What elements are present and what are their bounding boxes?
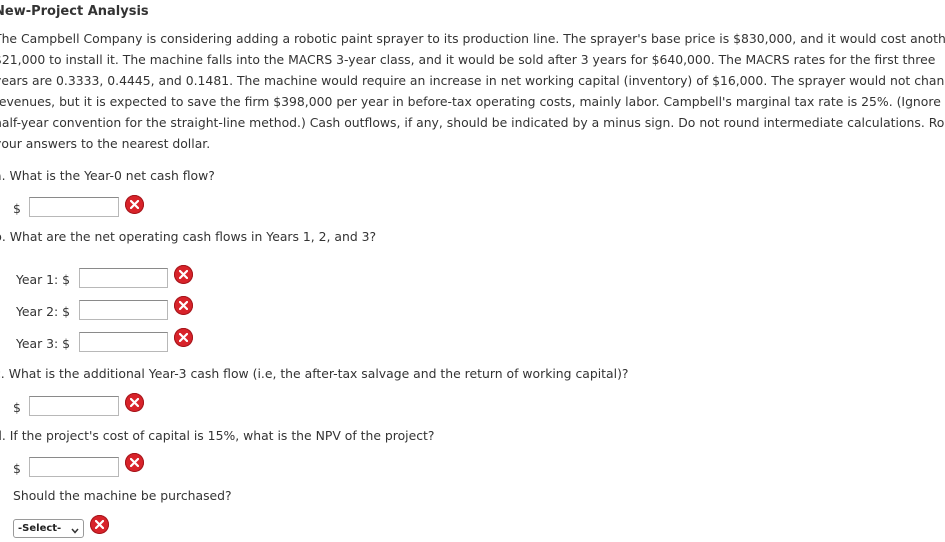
year1-label: Year 1: $ [16, 272, 71, 287]
incorrect-x-icon [90, 515, 109, 534]
dollar-prefix-d: $ [13, 461, 21, 476]
year2-label: Year 2: $ [16, 304, 71, 319]
dollar-prefix-c: $ [13, 400, 21, 415]
problem-line: your answers to the nearest dollar. [0, 136, 211, 151]
chevron-down-icon [71, 526, 79, 537]
problem-line: years are 0.3333, 0.4445, and 0.1481. Th… [0, 73, 945, 88]
dollar-prefix-a: $ [13, 201, 21, 216]
page-title: New-Project Analysis [0, 4, 149, 19]
question-a-text: a. What is the Year-0 net cash flow? [0, 168, 215, 183]
year0-cash-flow-input[interactable] [29, 197, 119, 217]
incorrect-x-icon [174, 296, 193, 315]
question-c-text: c. What is the additional Year-3 cash fl… [0, 366, 629, 381]
select-value: -Select- [18, 523, 62, 534]
problem-line: The Campbell Company is considering addi… [0, 31, 945, 46]
incorrect-x-icon [125, 453, 144, 472]
incorrect-x-icon [125, 393, 144, 412]
problem-line: half-year convention for the straight-li… [0, 115, 945, 130]
question-d-text: d. If the project's cost of capital is 1… [0, 428, 435, 443]
problem-statement: The Campbell Company is considering addi… [0, 28, 945, 154]
year3-additional-cash-flow-input[interactable] [29, 396, 119, 416]
problem-line: $21,000 to install it. The machine falls… [0, 52, 936, 67]
purchase-question-text: Should the machine be purchased? [13, 488, 232, 503]
year3-cash-flow-input[interactable] [79, 332, 168, 352]
npv-input[interactable] [29, 457, 119, 477]
problem-line: revenues, but it is expected to save the… [0, 94, 945, 109]
incorrect-x-icon [174, 265, 193, 284]
purchase-decision-select[interactable]: -Select- [13, 519, 84, 538]
year2-cash-flow-input[interactable] [79, 300, 168, 320]
question-b-text: b. What are the net operating cash flows… [0, 229, 377, 244]
year3-label: Year 3: $ [16, 336, 71, 351]
incorrect-x-icon [174, 328, 193, 347]
year1-cash-flow-input[interactable] [79, 268, 168, 288]
incorrect-x-icon [125, 195, 144, 214]
